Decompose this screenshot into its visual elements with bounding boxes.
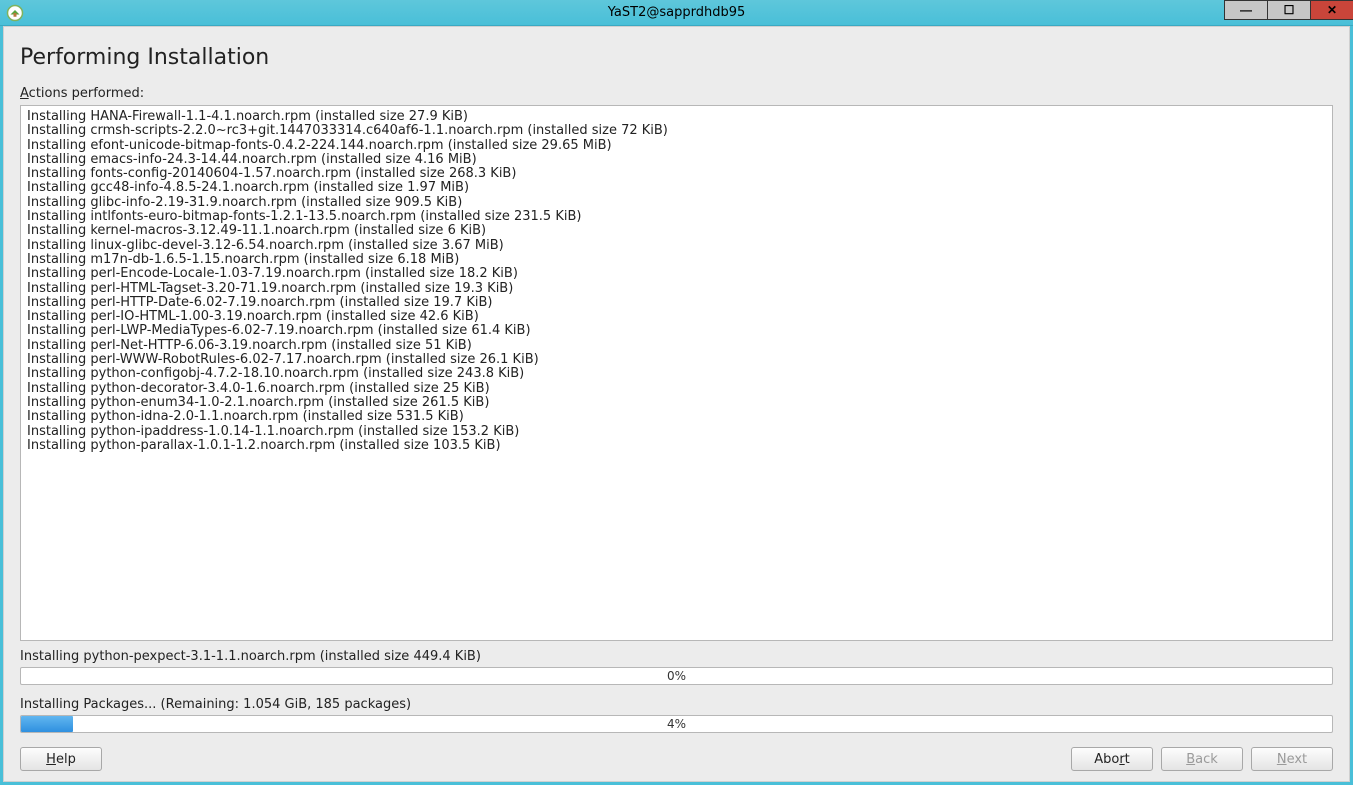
log-line: Installing python-configobj-4.7.2-18.10.… — [27, 367, 1326, 381]
log-line: Installing perl-Net-HTTP-6.06-3.19.noarc… — [27, 339, 1326, 353]
page-title: Performing Installation — [20, 45, 1333, 70]
next-button: Next — [1251, 747, 1333, 771]
content-area: Performing Installation Actions performe… — [3, 26, 1350, 782]
log-line: Installing gcc48-info-4.8.5-24.1.noarch.… — [27, 181, 1326, 195]
app-icon — [4, 2, 26, 24]
maximize-button[interactable]: ☐ — [1267, 0, 1311, 20]
minimize-button[interactable]: — — [1224, 0, 1268, 20]
log-line: Installing efont-unicode-bitmap-fonts-0.… — [27, 139, 1326, 153]
overall-status: Installing Packages... (Remaining: 1.054… — [20, 697, 1333, 712]
log-line: Installing perl-HTTP-Date-6.02-7.19.noar… — [27, 296, 1326, 310]
log-line: Installing HANA-Firewall-1.1-4.1.noarch.… — [27, 110, 1326, 124]
log-line: Installing python-decorator-3.4.0-1.6.no… — [27, 382, 1326, 396]
log-line: Installing python-idna-2.0-1.1.noarch.rp… — [27, 410, 1326, 424]
log-line: Installing fonts-config-20140604-1.57.no… — [27, 167, 1326, 181]
log-line: Installing python-enum34-1.0-2.1.noarch.… — [27, 396, 1326, 410]
overall-progress-label: 4% — [21, 716, 1332, 732]
log-line: Installing glibc-info-2.19-31.9.noarch.r… — [27, 196, 1326, 210]
log-line: Installing python-ipaddress-1.0.14-1.1.n… — [27, 425, 1326, 439]
current-package-status: Installing python-pexpect-3.1-1.1.noarch… — [20, 649, 1333, 664]
abort-button[interactable]: Abort — [1071, 747, 1153, 771]
log-line: Installing linux-glibc-devel-3.12-6.54.n… — [27, 239, 1326, 253]
log-line: Installing perl-LWP-MediaTypes-6.02-7.19… — [27, 324, 1326, 338]
window-controls: — ☐ ✕ — [1224, 0, 1353, 25]
current-package-progress: 0% — [20, 667, 1333, 685]
log-line: Installing crmsh-scripts-2.2.0~rc3+git.1… — [27, 124, 1326, 138]
window-title: YaST2@sapprdhdb95 — [608, 5, 745, 20]
log-line: Installing perl-IO-HTML-1.00-3.19.noarch… — [27, 310, 1326, 324]
help-button[interactable]: Help — [20, 747, 102, 771]
log-line: Installing perl-WWW-RobotRules-6.02-7.17… — [27, 353, 1326, 367]
close-button[interactable]: ✕ — [1310, 0, 1353, 20]
overall-progress: 4% — [20, 715, 1333, 733]
titlebar: YaST2@sapprdhdb95 — ☐ ✕ — [0, 0, 1353, 26]
log-line: Installing intlfonts-euro-bitmap-fonts-1… — [27, 210, 1326, 224]
log-line: Installing perl-HTML-Tagset-3.20-71.19.n… — [27, 282, 1326, 296]
current-package-progress-label: 0% — [21, 668, 1332, 684]
log-line: Installing perl-Encode-Locale-1.03-7.19.… — [27, 267, 1326, 281]
log-line: Installing emacs-info-24.3-14.44.noarch.… — [27, 153, 1326, 167]
actions-performed-label: Actions performed: — [20, 86, 1333, 101]
actions-log[interactable]: Installing HANA-Firewall-1.1-4.1.noarch.… — [20, 105, 1333, 641]
back-button: Back — [1161, 747, 1243, 771]
log-line: Installing kernel-macros-3.12.49-11.1.no… — [27, 224, 1326, 238]
log-line: Installing m17n-db-1.6.5-1.15.noarch.rpm… — [27, 253, 1326, 267]
button-row: Help Abort Back Next — [20, 747, 1333, 771]
log-line: Installing python-parallax-1.0.1-1.2.noa… — [27, 439, 1326, 453]
